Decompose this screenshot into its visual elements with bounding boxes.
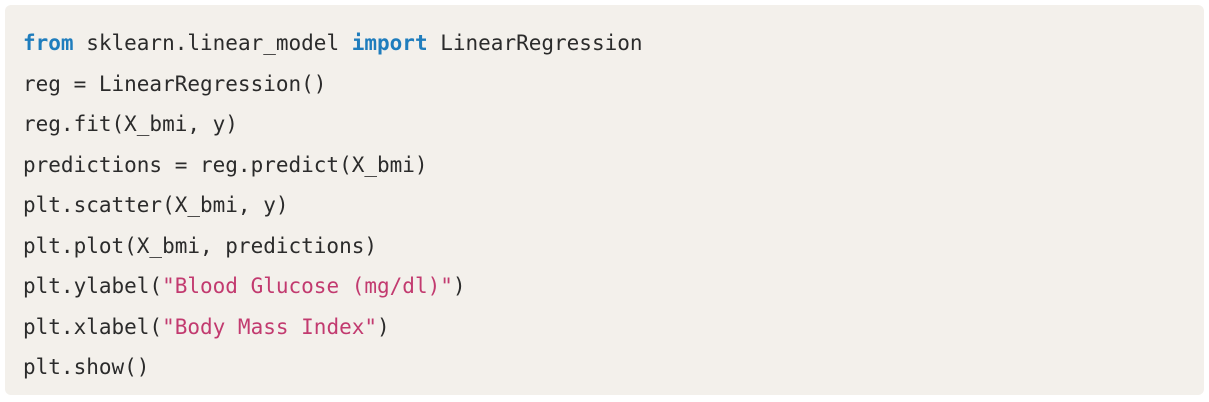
code-line-7: plt.ylabel("Blood Glucose (mg/dl)")	[23, 266, 1204, 307]
code-line-6: plt.plot(X_bmi, predictions)	[23, 233, 378, 258]
string-literal-ylabel: "Blood Glucose (mg/dl)"	[162, 274, 453, 298]
keyword-import: import	[351, 31, 428, 55]
code-line-5: plt.scatter(X_bmi, y)	[23, 193, 289, 217]
code-line-1: from sklearn.linear_model import LinearR…	[23, 23, 1204, 64]
code-line-8: plt.xlabel("Body Mass Index")	[23, 307, 1204, 348]
code-line-2: reg = LinearRegression()	[23, 71, 327, 96]
call-xlabel: plt.xlabel(	[23, 314, 163, 339]
code-line-9: plt.show()	[23, 355, 150, 379]
module-name: sklearn.linear_model	[73, 31, 352, 55]
call-close: )	[377, 314, 390, 339]
call-ylabel: plt.ylabel(	[23, 274, 163, 298]
code-line-3: reg.fit(X_bmi, y)	[23, 112, 238, 136]
code-line-4: predictions = reg.predict(X_bmi)	[23, 152, 428, 177]
imported-name: LinearRegression	[427, 31, 643, 55]
keyword-from: from	[23, 31, 74, 55]
string-literal-xlabel: "Body Mass Index"	[162, 314, 378, 339]
call-close: )	[452, 274, 466, 298]
code-block: from sklearn.linear_model import LinearR…	[5, 5, 1204, 395]
